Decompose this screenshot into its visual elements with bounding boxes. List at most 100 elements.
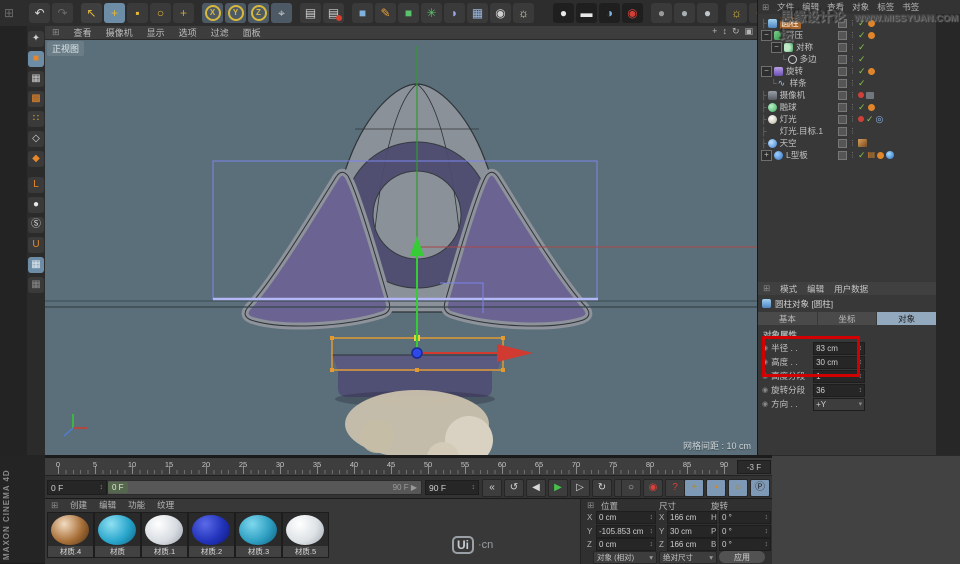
coordinate-system-button[interactable]: ⌖ xyxy=(271,3,292,23)
display-record-button[interactable]: ◉ xyxy=(622,3,643,23)
shading-sphere-1[interactable]: ● xyxy=(651,3,672,23)
visibility-dots-icon[interactable]: ⋮ xyxy=(849,104,856,111)
rotation-value-field[interactable]: 0 ° ↕ xyxy=(719,524,771,538)
material-材质.2[interactable]: 材质.2 xyxy=(188,512,235,558)
phong-tag-icon[interactable] xyxy=(867,103,875,111)
viewport-interaction-button[interactable]: ● xyxy=(28,197,44,213)
phong-tag-icon[interactable] xyxy=(867,67,875,75)
live-selection-tool[interactable]: ↖ xyxy=(81,3,102,23)
workplane-mode-button[interactable]: ▩ xyxy=(28,91,44,107)
visibility-dots-icon[interactable]: ⋮ xyxy=(849,92,856,99)
viewport-menu-5[interactable]: 面板 xyxy=(243,26,261,39)
ball-tag-icon[interactable] xyxy=(886,151,895,159)
move-tool[interactable]: + xyxy=(104,3,125,23)
disabled-dot-icon[interactable] xyxy=(858,116,864,122)
rotate-view-icon[interactable]: ↻ xyxy=(732,26,740,37)
workplane-lock-button[interactable]: ▦ xyxy=(28,257,44,273)
tab-基本[interactable]: 基本 xyxy=(758,312,817,325)
layer-square-icon[interactable] xyxy=(838,114,847,124)
visibility-dots-icon[interactable]: ⋮ xyxy=(849,68,856,75)
apply-button[interactable]: 应用 xyxy=(719,551,765,563)
object-row-L型板[interactable]: + L型板 ⋮ ✓ ▤ xyxy=(758,149,939,161)
attribute-value-field[interactable]: 36 ↕ xyxy=(813,383,866,397)
tab-对象[interactable]: 对象 xyxy=(877,312,937,325)
visibility-dots-icon[interactable]: ⋮ xyxy=(849,116,856,123)
expand-toggle-icon[interactable]: + xyxy=(761,149,772,161)
redo-button[interactable]: ↷ xyxy=(52,3,73,23)
lock-x-axis-button[interactable]: X xyxy=(202,3,223,23)
display-half-button[interactable]: ◑ xyxy=(599,3,620,23)
last-used-tool[interactable]: + xyxy=(173,3,194,23)
object-label[interactable]: 摄像机 xyxy=(780,89,806,101)
stepper-icon[interactable]: ↕ xyxy=(859,387,863,394)
size-value-field[interactable]: 166 cm ↕ xyxy=(667,511,717,524)
lock-y-axis-button[interactable]: Y xyxy=(225,3,246,23)
record-parameter-toggle[interactable]: Ⓟ xyxy=(750,479,770,497)
scale-tool[interactable]: ▪ xyxy=(127,3,148,23)
previous-frame-button[interactable]: ◀ xyxy=(526,479,546,497)
attribute-value-field[interactable]: +Y ▾ xyxy=(813,397,866,411)
position-value-field[interactable]: -105.853 cm ↕ xyxy=(596,524,656,538)
pan-view-icon[interactable]: + xyxy=(712,26,717,37)
visibility-dots-icon[interactable]: ⋮ xyxy=(849,152,856,159)
enabled-check-icon[interactable]: ✓ xyxy=(858,102,866,112)
add-camera-button[interactable]: ◉ xyxy=(490,3,511,23)
record-position-toggle[interactable]: + xyxy=(684,479,704,497)
display-gouraud-button[interactable]: ● xyxy=(553,3,574,23)
play-forwards-button[interactable]: ▶ xyxy=(548,479,568,497)
attribute-menu-1[interactable]: 编辑 xyxy=(807,283,824,295)
record-keyframe-button[interactable]: ○ xyxy=(621,479,641,497)
material-材质.3[interactable]: 材质.3 xyxy=(235,512,282,558)
rotation-value-field[interactable]: 0 ° ↕ xyxy=(719,511,771,524)
timeline-range-slider[interactable]: 0 F 90 F ▶ xyxy=(107,480,422,495)
materials-menu-0[interactable]: 创建 xyxy=(70,499,87,511)
add-generator-button[interactable]: ■ xyxy=(398,3,419,23)
attribute-menu-2[interactable]: 用户数据 xyxy=(834,283,868,295)
object-row-旋转[interactable]: − 旋转 ⋮ ✓ xyxy=(758,65,939,77)
current-frame-field[interactable]: 0 F ↕ xyxy=(47,480,107,495)
tab-坐标[interactable]: 坐标 xyxy=(817,312,877,325)
object-row-多边[interactable]: └ 多边 ⋮ ✓ xyxy=(758,53,959,65)
polygons-mode-button[interactable]: ◆ xyxy=(28,151,44,167)
size-mode-dropdown[interactable]: 绝对尺寸 ▾ xyxy=(659,551,717,564)
record-scale-toggle[interactable]: ▪ xyxy=(706,479,726,497)
keyframe-help-button[interactable]: ? xyxy=(665,479,685,497)
object-label[interactable]: 灯光.目标.1 xyxy=(780,125,823,137)
lock-z-axis-button[interactable]: Z xyxy=(248,3,269,23)
size-value-field[interactable]: 30 cm ↕ xyxy=(667,524,717,538)
enabled-check-icon[interactable]: ✓ xyxy=(858,150,866,160)
phong-tag-icon[interactable] xyxy=(877,151,885,159)
end-frame-field[interactable]: 90 F ↕ xyxy=(425,480,479,495)
disabled-dot-icon[interactable] xyxy=(858,92,864,98)
timeline-end-box[interactable]: -3 F xyxy=(737,460,771,474)
layer-square-icon[interactable] xyxy=(838,102,847,112)
workplane-snap-button[interactable]: ▦ xyxy=(28,277,44,293)
object-label[interactable]: 旋转 xyxy=(786,65,803,77)
layer-square-icon[interactable] xyxy=(838,90,847,100)
visibility-dots-icon[interactable]: ⋮ xyxy=(849,140,856,147)
dropdown-arrow-icon[interactable]: ▾ xyxy=(859,400,863,408)
range-start-chip[interactable]: 0 F xyxy=(108,482,128,493)
enabled-check-icon[interactable]: ✓ xyxy=(858,54,866,64)
scene-canvas[interactable] xyxy=(45,39,757,455)
layer-square-icon[interactable] xyxy=(838,126,847,136)
stepper-icon[interactable]: ↕ xyxy=(650,514,654,521)
edges-mode-button[interactable]: ◇ xyxy=(28,131,44,147)
play-backwards-button[interactable]: ↺ xyxy=(504,479,524,497)
object-row-灯光[interactable]: ├ 灯光 ⋮ ✓ ◎ xyxy=(758,113,939,125)
sun-coordinates-button[interactable]: ☼ xyxy=(726,3,747,23)
size-value-field[interactable]: 166 cm ↕ xyxy=(667,538,717,551)
viewport-menu-4[interactable]: 过滤 xyxy=(211,26,229,39)
expand-toggle-icon[interactable]: − xyxy=(761,65,772,77)
layer-square-icon[interactable] xyxy=(838,66,847,76)
layer-square-icon[interactable] xyxy=(838,54,847,64)
layer-square-icon[interactable] xyxy=(838,150,847,160)
add-primitive-cube-button[interactable]: ■ xyxy=(352,3,373,23)
stepper-icon[interactable]: ↕ xyxy=(650,528,654,535)
material-材质.4[interactable]: 材质.4 xyxy=(47,512,94,558)
attribute-menu-0[interactable]: 模式 xyxy=(780,283,797,295)
materials-menu-2[interactable]: 功能 xyxy=(128,499,145,511)
enabled-check-icon[interactable]: ✓ xyxy=(858,66,866,76)
main-menu-icon[interactable]: ⊞ xyxy=(2,3,16,23)
film-tag-icon[interactable]: ▤ xyxy=(868,151,876,159)
